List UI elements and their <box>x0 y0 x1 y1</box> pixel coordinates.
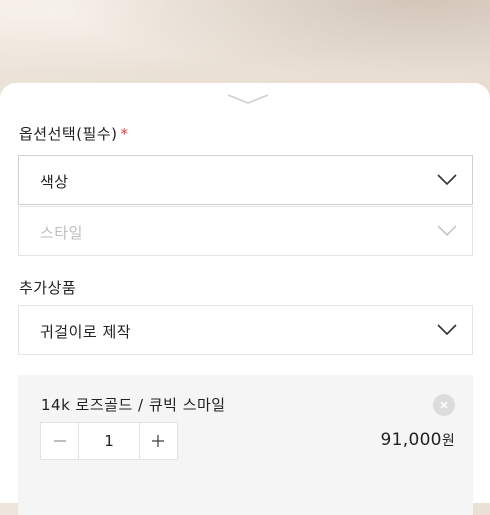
required-options-text: 옵션선택(필수) <box>19 125 118 143</box>
required-options-label: 옵션선택(필수) * <box>19 123 129 144</box>
addon-select[interactable]: 귀걸이로 제작 <box>18 305 473 355</box>
style-select-value: 스타일 <box>40 224 83 242</box>
quantity-stepper: 1 <box>40 422 178 460</box>
plus-icon <box>152 435 165 447</box>
item-price-value: 91,000 <box>380 430 442 450</box>
remove-item-button[interactable] <box>433 394 455 416</box>
style-select[interactable]: 스타일 <box>18 206 473 256</box>
color-select[interactable]: 색상 <box>18 155 473 205</box>
chevron-down-icon <box>437 225 457 237</box>
sheet-handle-icon[interactable] <box>226 93 270 105</box>
item-price: 91,000원 <box>381 430 455 450</box>
close-icon <box>440 401 448 409</box>
required-mark: * <box>120 125 129 143</box>
addon-label: 추가상품 <box>19 279 77 297</box>
price-currency: 원 <box>441 433 455 449</box>
addon-select-value: 귀걸이로 제작 <box>40 323 132 341</box>
chevron-down-icon <box>437 174 457 186</box>
selected-item-box: 14k 로즈골드 / 큐빅 스마일 1 91,000원 <box>18 375 473 515</box>
minus-icon <box>53 440 66 442</box>
decrease-quantity-button[interactable] <box>41 423 78 459</box>
chevron-down-icon <box>437 324 457 336</box>
product-image-background <box>0 0 490 90</box>
increase-quantity-button[interactable] <box>140 423 177 459</box>
selected-item-name: 14k 로즈골드 / 큐빅 스마일 <box>41 396 226 414</box>
color-select-value: 색상 <box>40 173 69 191</box>
quantity-value[interactable]: 1 <box>78 423 140 459</box>
